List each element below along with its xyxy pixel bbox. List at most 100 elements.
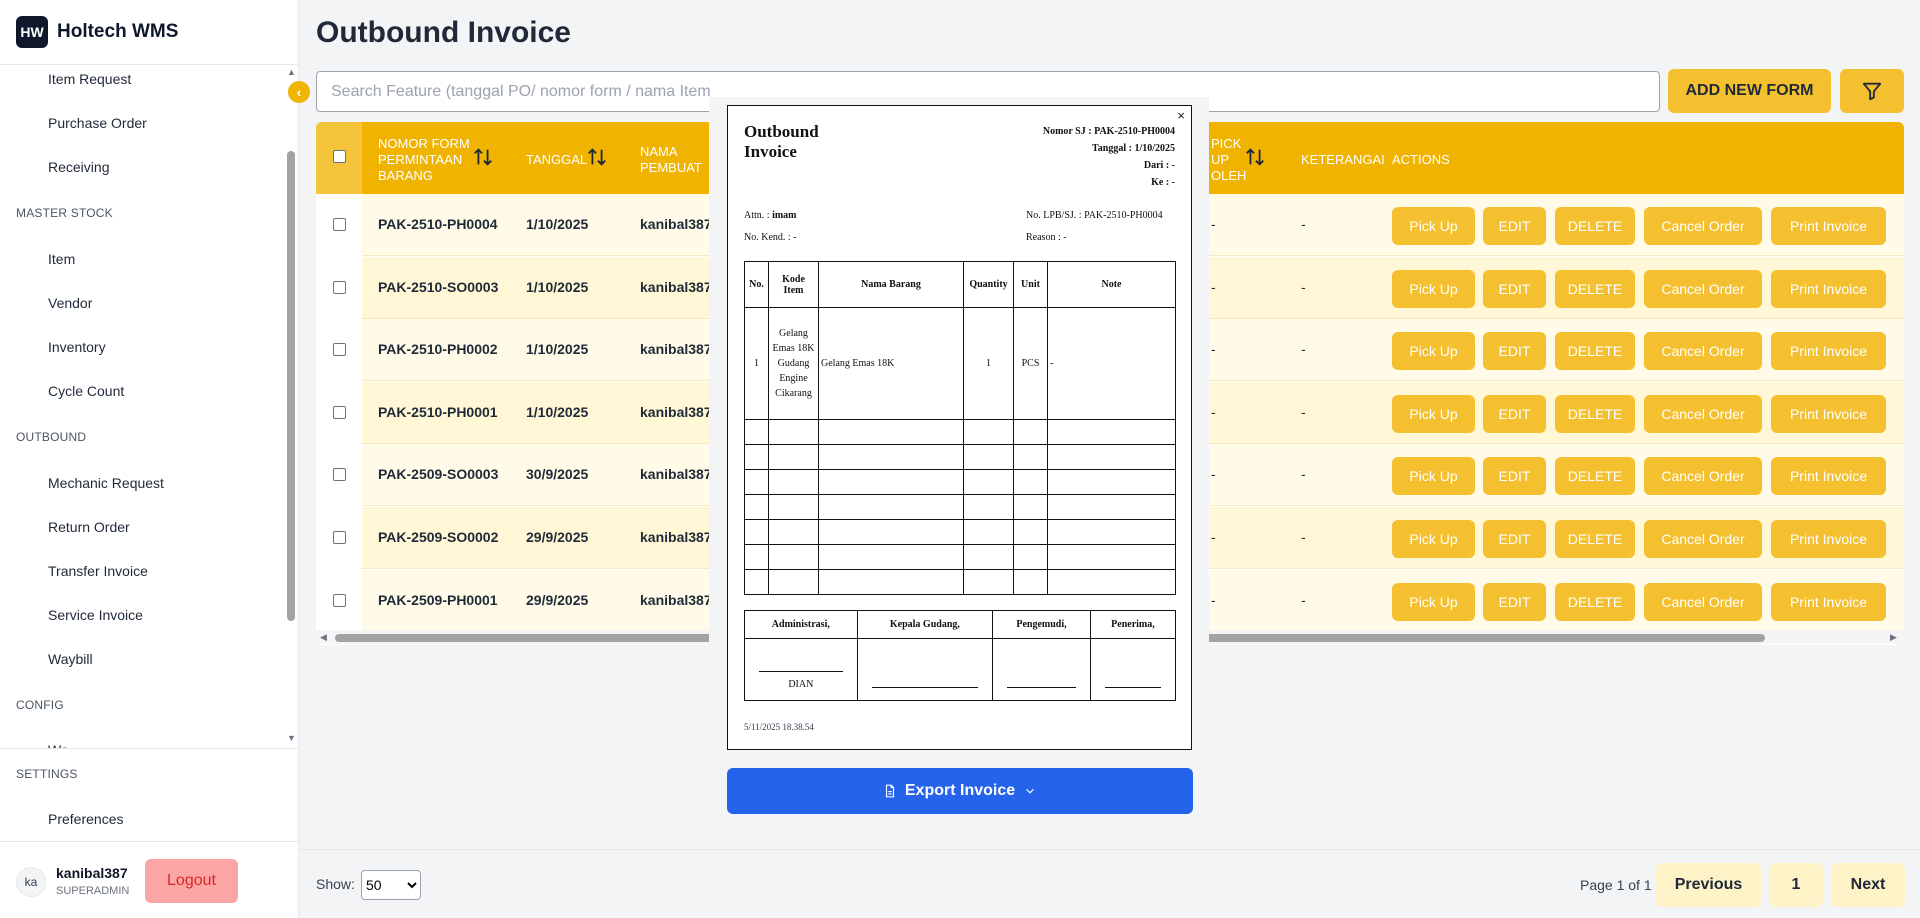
edit-button[interactable]: EDIT — [1483, 520, 1546, 558]
print-invoice-button[interactable]: Print Invoice — [1771, 520, 1886, 558]
edit-button[interactable]: EDIT — [1483, 394, 1546, 433]
header-pickup-oleh[interactable]: PICK UP OLEH — [1211, 136, 1246, 184]
add-new-form-button[interactable]: ADD NEW FORM — [1668, 69, 1831, 113]
header-pickup-line1: PICK — [1211, 136, 1242, 151]
page-1-button[interactable]: 1 — [1769, 863, 1823, 907]
pick-up-button[interactable]: Pick Up — [1392, 582, 1475, 621]
sidebar-item-waybill[interactable]: Waybill — [48, 651, 93, 667]
cell-tanggal: 1/10/2025 — [526, 278, 589, 295]
row-checkbox[interactable] — [333, 405, 346, 419]
cell-nama: kanibal387 — [640, 403, 712, 420]
sidebar-item-mechanic-request[interactable]: Mechanic Request — [48, 475, 164, 491]
cancel-order-button[interactable]: Cancel Order — [1644, 582, 1762, 621]
sidebar-scrollbar[interactable] — [287, 151, 295, 621]
edit-button[interactable]: EDIT — [1483, 457, 1546, 496]
sidebar-item-preferences[interactable]: Preferences — [48, 811, 123, 827]
filter-button[interactable] — [1840, 69, 1904, 113]
row-checkbox[interactable] — [333, 218, 346, 231]
pick-up-button[interactable]: Pick Up — [1392, 207, 1475, 245]
edit-button[interactable]: EDIT — [1483, 207, 1546, 245]
delete-button[interactable]: DELETE — [1555, 269, 1635, 308]
row-checkbox-cell — [316, 507, 362, 569]
chevron-left-icon[interactable]: ‹ — [288, 81, 310, 103]
cancel-order-button[interactable]: Cancel Order — [1644, 520, 1762, 558]
sign-cell-kepala-gudang — [856, 638, 994, 701]
cancel-order-button[interactable]: Cancel Order — [1644, 207, 1762, 245]
delete-button[interactable]: DELETE — [1555, 207, 1635, 245]
delete-button[interactable]: DELETE — [1555, 520, 1635, 558]
logout-button[interactable]: Logout — [145, 859, 238, 903]
pick-up-button[interactable]: Pick Up — [1392, 332, 1475, 371]
col-no: No. — [744, 261, 769, 308]
delete-button[interactable]: DELETE — [1555, 394, 1635, 433]
scroll-down-icon[interactable]: ▼ — [287, 733, 296, 743]
edit-button[interactable]: EDIT — [1483, 269, 1546, 308]
sidebar-item-vendor[interactable]: Vendor — [48, 295, 92, 311]
cell-keterangan: - — [1301, 466, 1306, 483]
row-checkbox[interactable] — [333, 343, 346, 357]
scroll-left-icon[interactable]: ◀ — [320, 632, 327, 643]
pick-up-button[interactable]: Pick Up — [1392, 520, 1475, 558]
delete-button[interactable]: DELETE — [1555, 457, 1635, 496]
print-invoice-button[interactable]: Print Invoice — [1771, 457, 1886, 496]
header-keterangan[interactable]: KETERANGAI — [1301, 152, 1385, 168]
edit-button[interactable]: EDIT — [1483, 332, 1546, 371]
sidebar-item-purchase-order[interactable]: Purchase Order — [48, 115, 147, 131]
close-icon[interactable]: × — [1177, 108, 1185, 123]
cell-tanggal: 30/9/2025 — [526, 466, 589, 483]
sidebar-item-receiving[interactable]: Receiving — [48, 159, 109, 175]
sidebar-item-return-order[interactable]: Return Order — [48, 519, 130, 535]
sort-icon[interactable] — [472, 146, 494, 168]
select-all-checkbox[interactable] — [333, 150, 346, 163]
print-invoice-button[interactable]: Print Invoice — [1771, 332, 1886, 371]
header-nama-pembuat[interactable]: NAMA PEMBUAT — [640, 144, 702, 176]
export-invoice-button[interactable]: Export Invoice — [727, 768, 1193, 814]
row-checkbox-cell — [316, 319, 362, 382]
row-checkbox[interactable] — [333, 280, 346, 294]
delete-button[interactable]: DELETE — [1555, 582, 1635, 621]
header-tanggal[interactable]: TANGGAL — [526, 152, 587, 168]
pick-up-button[interactable]: Pick Up — [1392, 269, 1475, 308]
print-invoice-button[interactable]: Print Invoice — [1771, 269, 1886, 308]
edit-button[interactable]: EDIT — [1483, 582, 1546, 621]
sign-cell-penerima — [1089, 638, 1177, 701]
previous-button[interactable]: Previous — [1656, 863, 1761, 907]
sidebar-item-item[interactable]: Item — [48, 251, 75, 267]
row-checkbox[interactable] — [333, 468, 346, 482]
sidebar-item-item-request[interactable]: Item Request — [48, 71, 131, 87]
sort-icon[interactable] — [586, 146, 608, 168]
admin-name: DIAN — [788, 679, 814, 690]
scroll-right-icon[interactable]: ▶ — [1890, 632, 1897, 643]
row-checkbox-cell — [316, 569, 362, 632]
sidebar-item-service-invoice[interactable]: Service Invoice — [48, 607, 143, 623]
row-checkbox[interactable] — [333, 593, 346, 607]
next-button[interactable]: Next — [1831, 863, 1905, 907]
print-invoice-button[interactable]: Print Invoice — [1771, 394, 1886, 433]
scroll-up-icon[interactable]: ▲ — [287, 67, 296, 77]
cancel-order-button[interactable]: Cancel Order — [1644, 457, 1762, 496]
pick-up-button[interactable]: Pick Up — [1392, 457, 1475, 496]
sidebar-item-transfer-invoice[interactable]: Transfer Invoice — [48, 563, 148, 579]
chevron-down-icon — [1026, 788, 1035, 794]
empty-row — [744, 569, 1176, 595]
delete-button[interactable]: DELETE — [1555, 332, 1635, 371]
cancel-order-button[interactable]: Cancel Order — [1644, 394, 1762, 433]
sidebar-item-inventory[interactable]: Inventory — [48, 339, 106, 355]
row-checkbox[interactable] — [333, 531, 346, 544]
sidebar-nav: Item Request Purchase Order Receiving MA… — [0, 65, 299, 748]
cell-nama: kanibal387 — [640, 216, 712, 232]
sign-penerima: Penerima, — [1089, 610, 1177, 639]
cancel-order-button[interactable]: Cancel Order — [1644, 332, 1762, 371]
sort-icon[interactable] — [1244, 146, 1266, 168]
header-actions: ACTIONS — [1392, 152, 1450, 167]
header-nama-line2: PEMBUAT — [640, 160, 702, 175]
print-invoice-button[interactable]: Print Invoice — [1771, 582, 1886, 621]
invoice-item-row: 1 Gelang Emas 18K Gudang Engine Cikarang… — [744, 307, 1176, 420]
sidebar-item-cycle-count[interactable]: Cycle Count — [48, 383, 124, 399]
header-nomor-form[interactable]: NOMOR FORM PERMINTAAN BARANG — [378, 136, 470, 184]
empty-row — [744, 469, 1176, 495]
page-size-select[interactable]: 50 — [361, 870, 421, 900]
cancel-order-button[interactable]: Cancel Order — [1644, 269, 1762, 308]
print-invoice-button[interactable]: Print Invoice — [1771, 207, 1886, 245]
pick-up-button[interactable]: Pick Up — [1392, 394, 1475, 433]
